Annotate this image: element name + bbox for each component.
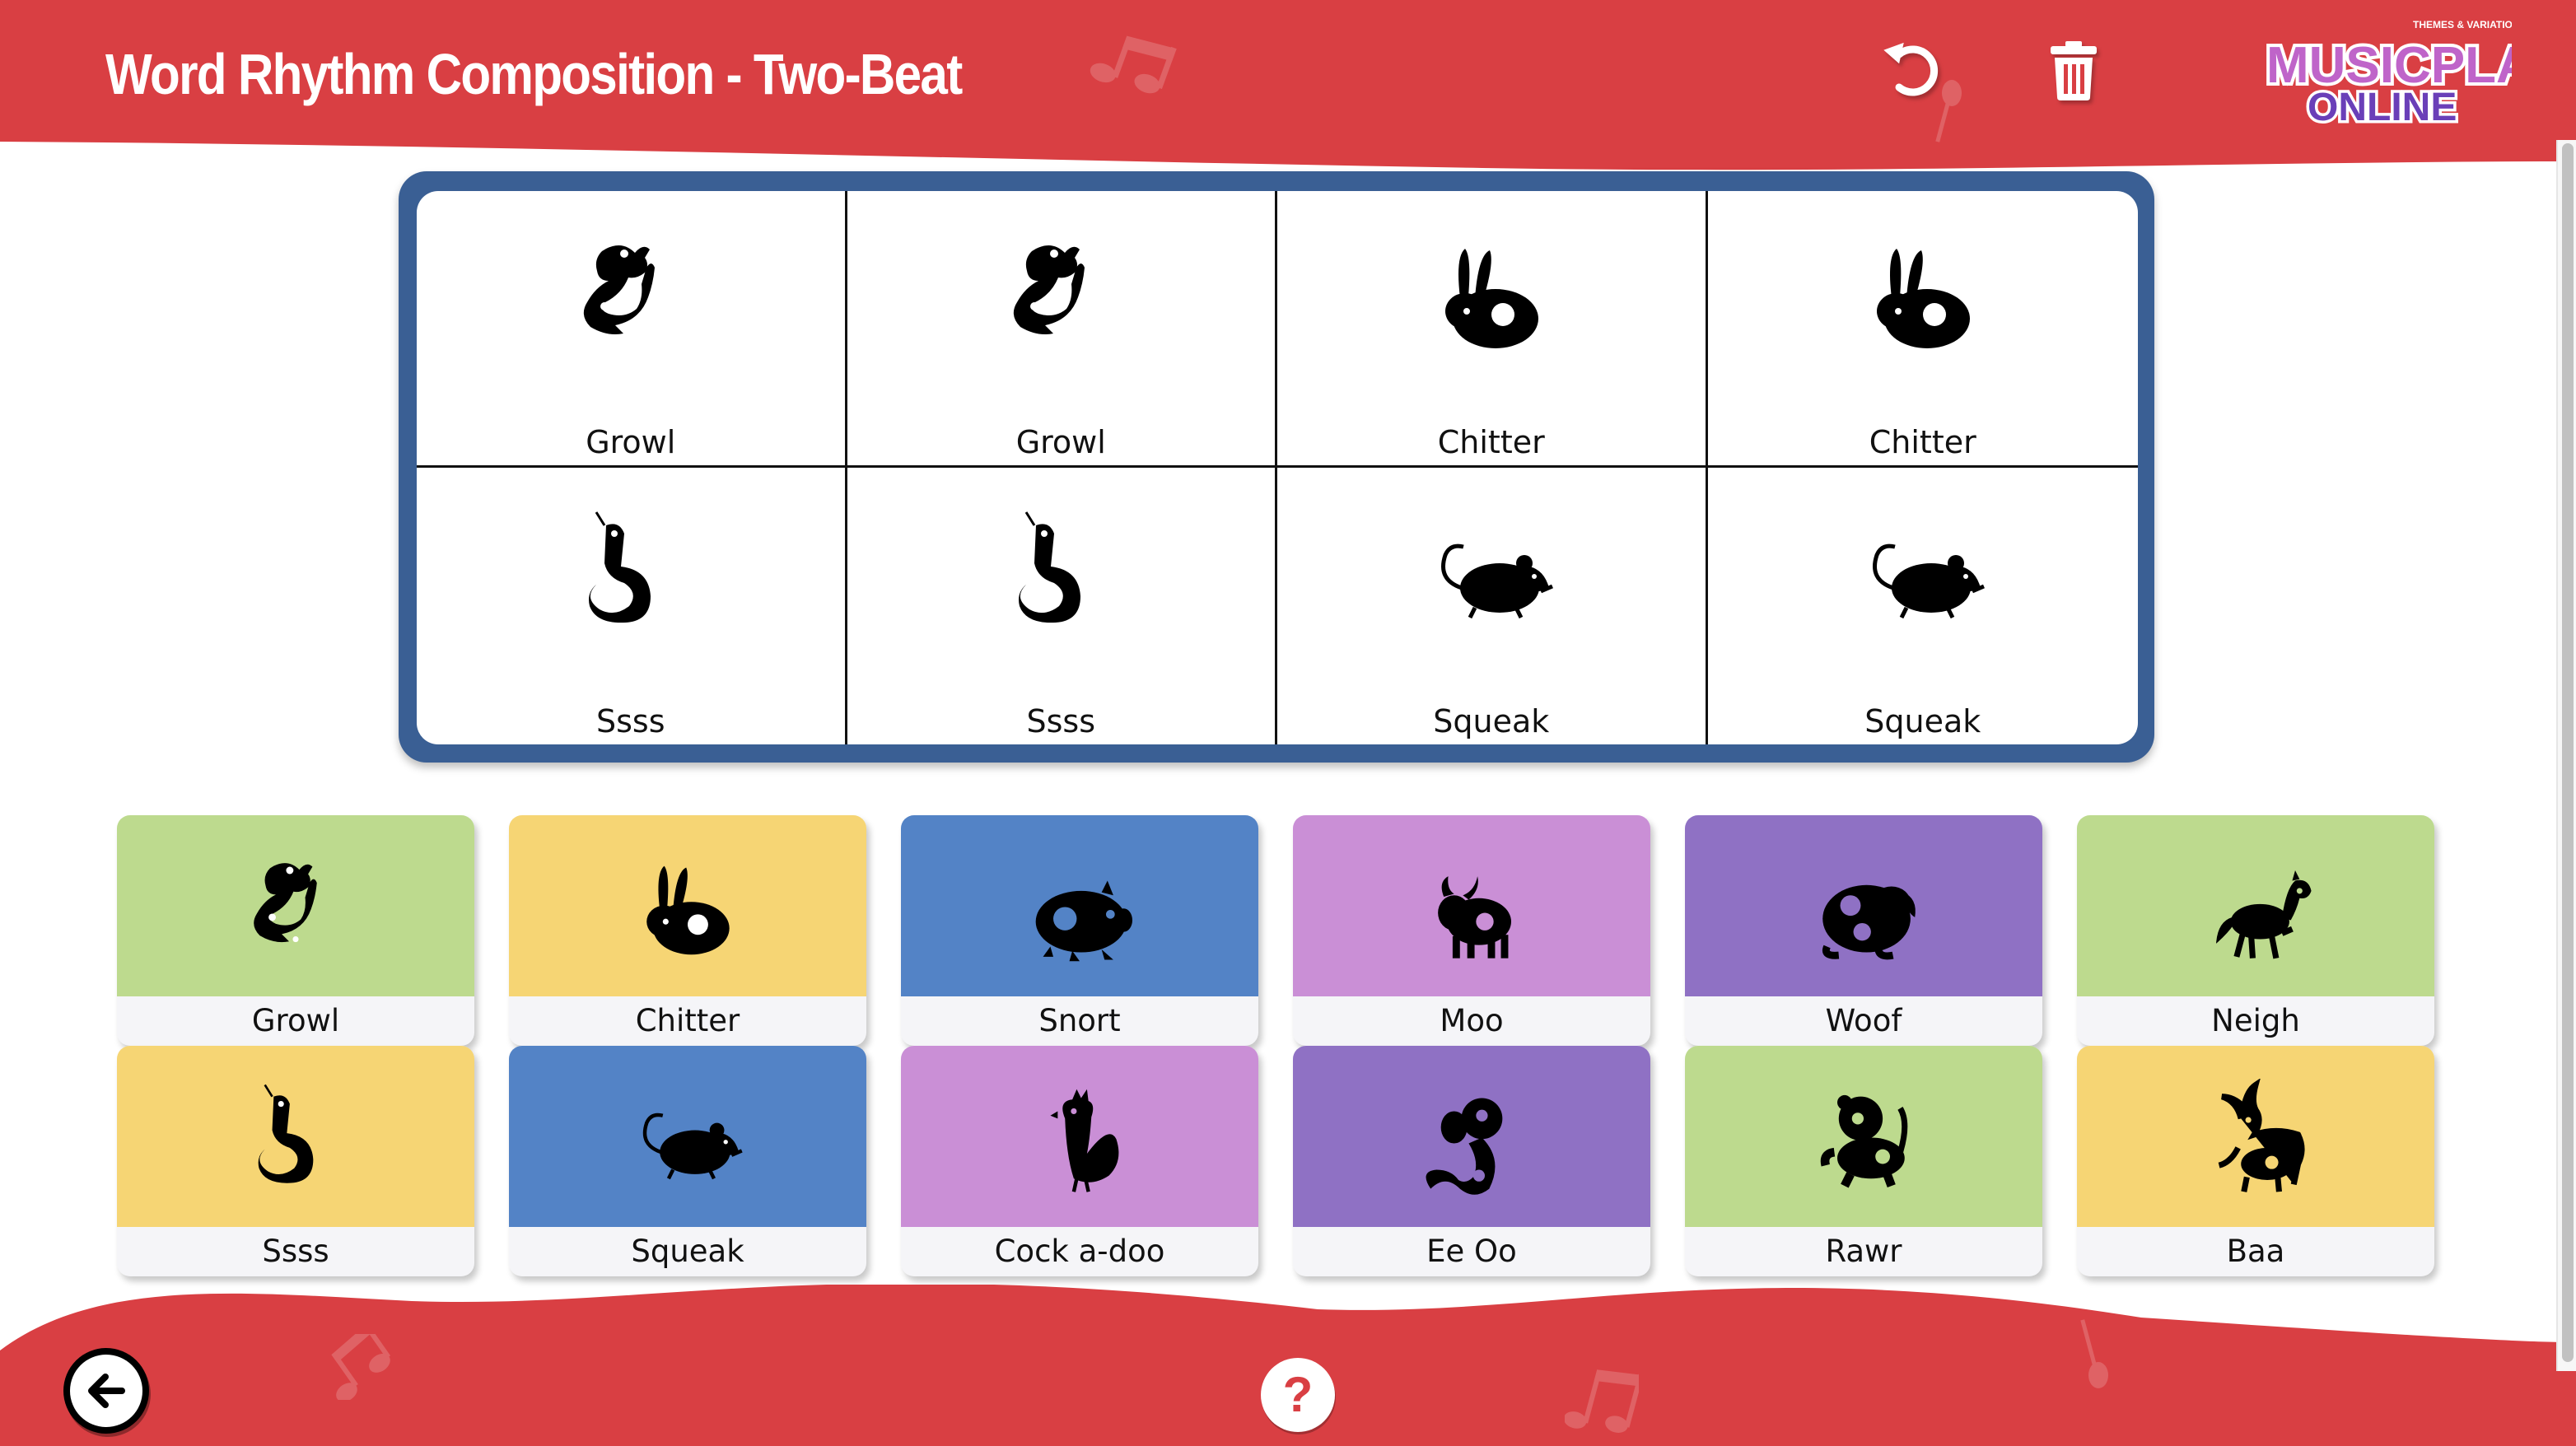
palette-card-pig[interactable]: Snort xyxy=(901,815,1258,1046)
card-label: Neigh xyxy=(2211,1003,2300,1038)
svg-text:?: ? xyxy=(1283,1367,1314,1422)
card-label: Baa xyxy=(2226,1234,2285,1269)
dog-icon xyxy=(1822,884,1916,960)
card-image-area xyxy=(2077,1046,2434,1227)
palette-card-rooster[interactable]: Cock a-doo xyxy=(901,1046,1258,1276)
slot-label: Growl xyxy=(1015,424,1106,460)
card-label: Chitter xyxy=(635,1003,740,1038)
composition-grid: Growl Growl Chitter Chitter Ssss Ssss Squeak Sq… xyxy=(417,191,2138,744)
composition-slot[interactable]: Chitter xyxy=(1707,191,2138,468)
palette-card-monkey[interactable]: Ee Oo xyxy=(1293,1046,1650,1276)
help-button[interactable]: ? xyxy=(1258,1355,1337,1434)
snake-icon xyxy=(588,511,651,623)
card-label: Cock a-doo xyxy=(994,1234,1165,1269)
arrow-left-icon xyxy=(63,1348,151,1437)
card-image-area xyxy=(509,1046,866,1227)
pig-icon xyxy=(1035,880,1132,962)
palette-card-rabbit[interactable]: Chitter xyxy=(509,815,866,1046)
musicplay-online-logo: THEMES & VARIATIONS MUSICPLAY ONLINE xyxy=(2265,19,2512,126)
card-image-area xyxy=(901,815,1258,996)
card-image-area xyxy=(509,815,866,996)
slot-label: Chitter xyxy=(1437,424,1545,460)
composition-slot[interactable]: Squeak xyxy=(1708,468,2139,744)
ox-icon xyxy=(1438,876,1511,959)
card-image-area xyxy=(117,1046,474,1227)
composition-slot[interactable]: Ssss xyxy=(417,468,847,744)
composition-slot[interactable]: Growl xyxy=(847,191,1277,468)
palette-card-rat[interactable]: Squeak xyxy=(509,1046,866,1276)
palette-card-dog[interactable]: Woof xyxy=(1685,815,2042,1046)
music-note-decoration xyxy=(1090,35,1177,94)
question-mark-icon: ? xyxy=(1261,1358,1336,1434)
card-image-area xyxy=(1685,1046,2042,1227)
card-image-area xyxy=(2077,815,2434,996)
palette-card-goat[interactable]: Baa xyxy=(2077,1046,2434,1276)
composition-slot[interactable]: Ssss xyxy=(847,468,1277,744)
card-label: Rawr xyxy=(1825,1234,1902,1269)
composition-slot[interactable]: Squeak xyxy=(1277,468,1708,744)
card-label: Squeak xyxy=(631,1234,744,1269)
monkey-icon xyxy=(1426,1098,1503,1195)
rooster-icon xyxy=(1050,1089,1119,1192)
snake-icon xyxy=(1019,511,1081,623)
goat-icon xyxy=(2218,1079,2305,1192)
composition-slot[interactable]: Growl xyxy=(417,191,847,468)
dragon-icon xyxy=(583,245,655,334)
card-image-area xyxy=(1293,815,1650,996)
dragon-icon xyxy=(1014,245,1085,334)
undo-icon xyxy=(1883,42,1939,96)
palette-card-horse[interactable]: Neigh xyxy=(2077,815,2434,1046)
slot-label: Chitter xyxy=(1869,424,1976,460)
svg-text:THEMES & VARIATIONS: THEMES & VARIATIONS xyxy=(2413,19,2512,30)
slot-label: Squeak xyxy=(1433,703,1550,739)
music-note-decoration xyxy=(2080,1319,2108,1388)
palette-card-dragon[interactable]: Growl xyxy=(117,815,474,1046)
music-note-decoration xyxy=(331,1334,391,1400)
rabbit-icon xyxy=(646,865,730,955)
horse-icon xyxy=(2216,870,2312,959)
card-label: Growl xyxy=(251,1003,340,1038)
rat-icon xyxy=(1872,543,1985,619)
card-label: Woof xyxy=(1825,1003,1902,1038)
slot-label: Ssss xyxy=(595,703,665,739)
page-title: Word Rhythm Composition - Two-Beat xyxy=(105,42,963,106)
tiger-icon xyxy=(1820,1094,1908,1188)
undo-button[interactable] xyxy=(1879,36,1945,102)
rat-icon xyxy=(1440,543,1553,619)
composition-slot[interactable]: Chitter xyxy=(1277,191,1708,468)
card-label: Snort xyxy=(1038,1003,1121,1038)
card-label: Ee Oo xyxy=(1426,1234,1517,1269)
card-label: Ssss xyxy=(262,1234,329,1269)
rat-icon xyxy=(642,1112,743,1180)
svg-text:ONLINE: ONLINE xyxy=(2308,86,2457,126)
slot-label: Squeak xyxy=(1864,703,1981,739)
slot-label: Growl xyxy=(586,424,676,460)
rabbit-icon xyxy=(1876,249,1970,348)
composition-board: Growl Growl Chitter Chitter Ssss Ssss Squeak Sq… xyxy=(399,171,2154,763)
snake-icon xyxy=(258,1084,314,1183)
palette-card-snake[interactable]: Ssss xyxy=(117,1046,474,1276)
card-image-area xyxy=(1685,815,2042,996)
scrollbar-thumb[interactable] xyxy=(2562,143,2574,1362)
palette-card-ox[interactable]: Moo xyxy=(1293,815,1650,1046)
card-image-area xyxy=(117,815,474,996)
vertical-scrollbar[interactable] xyxy=(2556,140,2576,1371)
dragon-icon xyxy=(254,863,317,943)
slot-label: Ssss xyxy=(1026,703,1095,739)
trash-icon xyxy=(2051,41,2097,100)
clear-button[interactable] xyxy=(2041,36,2107,102)
card-label: Moo xyxy=(1440,1003,1504,1038)
card-image-area xyxy=(901,1046,1258,1227)
rabbit-icon xyxy=(1444,249,1538,348)
back-button[interactable] xyxy=(61,1346,155,1439)
palette-card-tiger[interactable]: Rawr xyxy=(1685,1046,2042,1276)
music-note-decoration xyxy=(1565,1369,1639,1433)
card-image-area xyxy=(1293,1046,1650,1227)
